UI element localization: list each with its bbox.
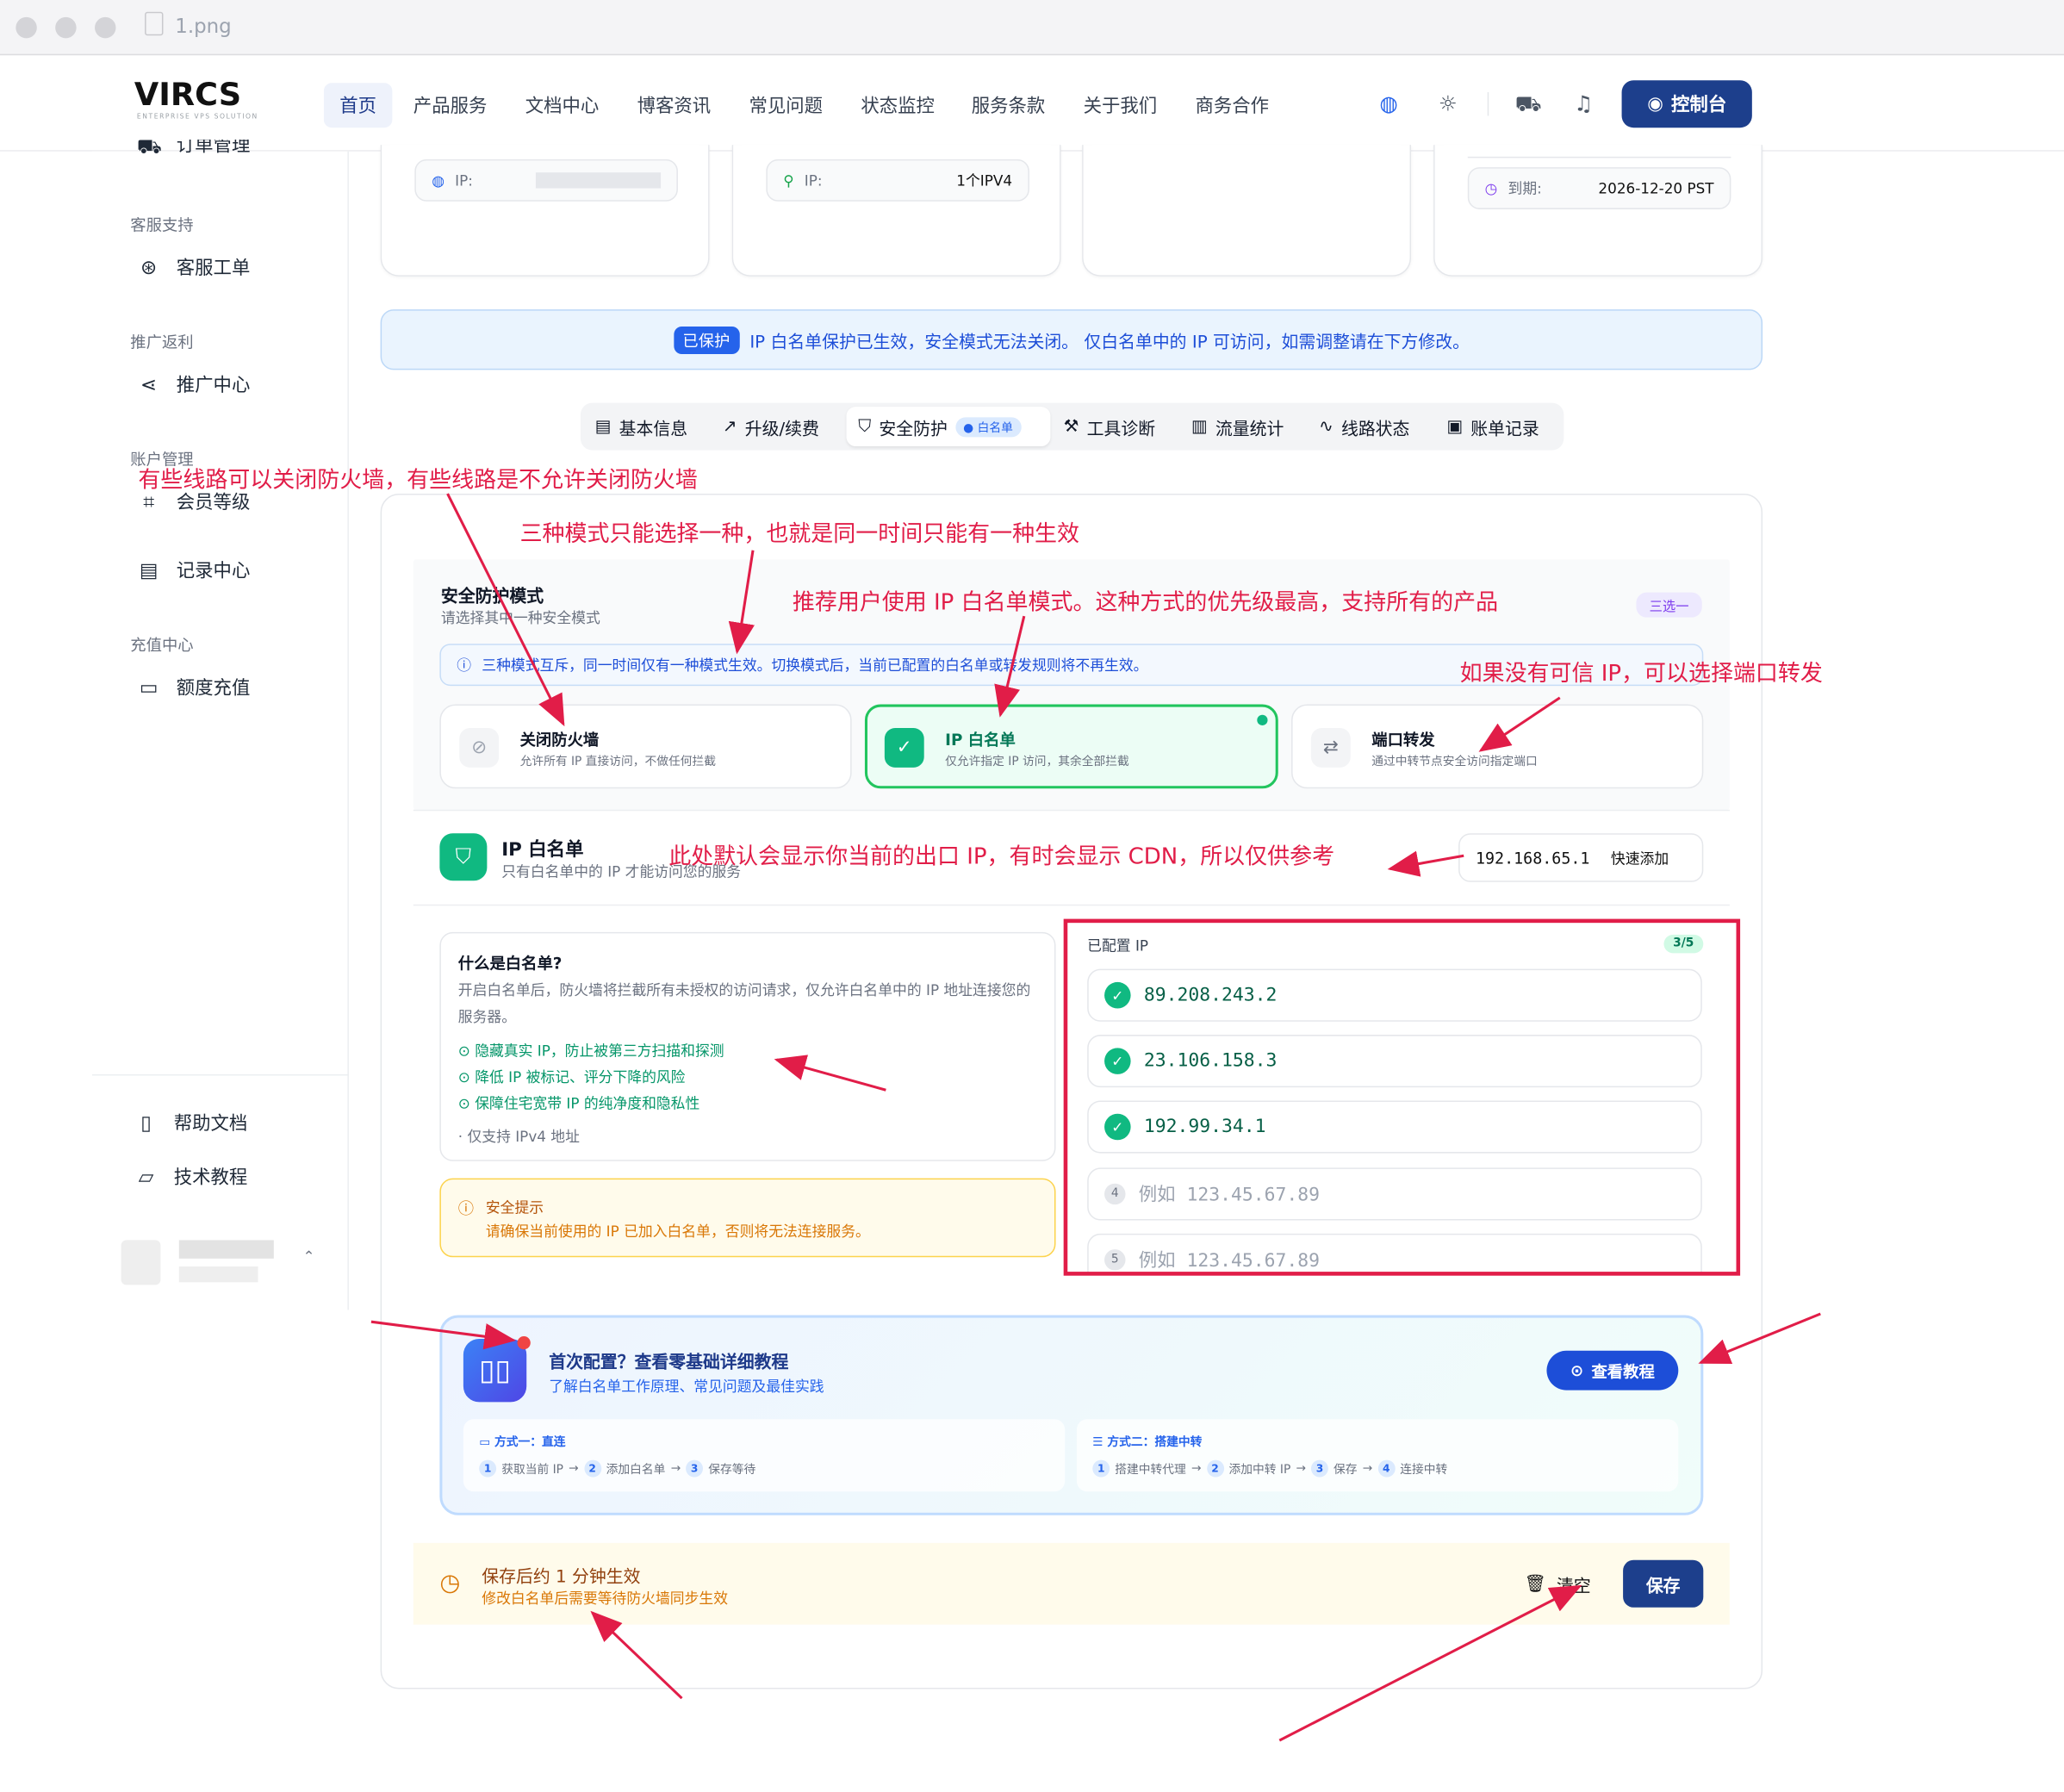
annotation-arrows	[370, 493, 1821, 1742]
